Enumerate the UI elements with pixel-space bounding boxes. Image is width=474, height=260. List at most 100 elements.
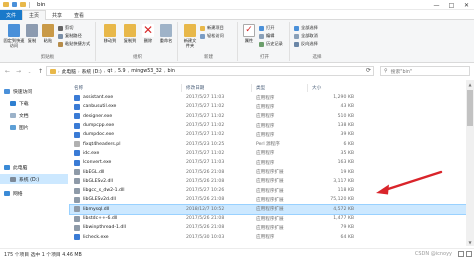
file-row[interactable]: libmysql.dll 2018/12/7 10:52 应用程序扩展 4,572 K… [69, 203, 473, 215]
column-header-type[interactable]: 类型 [252, 84, 308, 92]
large-icons-view-icon[interactable] [466, 251, 472, 257]
paste-icon [42, 24, 54, 37]
breadcrumb-mingw[interactable]: mingw53_32 [131, 69, 162, 74]
dll-file-icon [74, 196, 80, 203]
search-placeholder: 搜索"bin" [390, 69, 413, 75]
nav-item-network[interactable]: 网络 [0, 188, 68, 198]
invert-selection-button[interactable]: 反向选择 [294, 41, 318, 47]
search-input[interactable]: ⚲ 搜索"bin" [380, 66, 470, 76]
scroll-thumb[interactable] [467, 90, 473, 126]
file-size: 79 KB [340, 225, 354, 231]
open-button[interactable]: 打开 [259, 25, 274, 31]
cut-button[interactable]: 剪切 [58, 25, 73, 31]
maximize-button[interactable]: □ [444, 0, 459, 10]
file-name-cell: libmysql.dll [74, 205, 182, 214]
select-all-label: 全部选择 [301, 25, 318, 30]
breadcrumb-bin[interactable]: bin [167, 69, 174, 74]
scroll-down-arrow[interactable]: ▼ [466, 238, 474, 246]
file-size: 35 KB [340, 150, 354, 156]
file-row[interactable]: libwinpthread-1.dll 2017/5/26 21:08 应用程序扩展… [70, 223, 472, 232]
select-none-label: 全部取消 [301, 33, 318, 38]
edit-button[interactable]: 编辑 [259, 33, 274, 39]
file-size: 6 KB [343, 141, 354, 147]
close-button[interactable]: ✕ [459, 0, 474, 10]
file-row[interactable]: lconvert.exe 2017/5/27 11:03 应用程序 163 KB [70, 158, 472, 167]
file-row[interactable]: libgcc_s_dw2-1.dll 2017/5/27 10:26 应用程序扩展 1… [70, 186, 472, 195]
select-all-button[interactable]: 全部选择 [294, 25, 318, 31]
nav-item-quick-access[interactable]: 快速访问 [0, 86, 68, 96]
file-row[interactable]: libstdc++-6.dll 2017/5/26 21:08 应用程序扩展 1,47… [70, 214, 472, 223]
tab-home[interactable]: 主页 [22, 10, 47, 20]
delete-button[interactable]: ✕ 删除 [141, 24, 155, 44]
tab-view[interactable]: 查看 [68, 10, 90, 20]
file-row[interactable]: dumpdoc.exe 2017/5/27 11:02 应用程序 39 KB [70, 130, 472, 139]
file-row[interactable]: libGLESv2d.dll 2017/5/26 21:08 应用程序扩展 75,12… [70, 195, 472, 204]
paste-shortcut-button[interactable]: 粘贴快捷方式 [58, 41, 90, 47]
forward-button[interactable]: → [13, 66, 24, 76]
breadcrumb-qt[interactable]: qt [107, 69, 112, 74]
tab-share[interactable]: 共享 [46, 10, 68, 20]
dll-file-icon [74, 187, 80, 194]
column-header-name[interactable]: 名称 [70, 84, 182, 92]
edit-label: 编辑 [266, 33, 275, 38]
address-bar[interactable]: › 此电脑 › 系统 (D:) › qt › 5.9 › mingw53_32 … [46, 66, 374, 76]
file-row[interactable]: designer.exe 2017/5/27 11:02 应用程序 510 KB [70, 112, 472, 121]
clipboard-group-label: 剪贴板 [40, 55, 55, 60]
breadcrumb-drive[interactable]: 系统 (D:) [82, 68, 102, 75]
minimize-button[interactable]: — [429, 0, 444, 10]
recent-locations-button[interactable]: ⌄ [24, 66, 35, 76]
ribbon-tabs: 文件 主页 共享 查看 [0, 10, 474, 20]
copy-button[interactable]: 复制 [25, 24, 39, 44]
nav-item-downloads[interactable]: 下载 [0, 98, 68, 108]
vertical-scrollbar[interactable]: ▲ ▼ [466, 80, 474, 246]
history-button[interactable]: 历史记录 [259, 41, 283, 47]
properties-quick-icon[interactable] [12, 2, 17, 7]
file-type: 应用程序扩展 [256, 170, 284, 176]
nav-item-documents[interactable]: 文档 [0, 110, 68, 120]
copy-path-button[interactable]: 复制路径 [58, 33, 82, 39]
pin-button[interactable]: 固定到快速访问 [3, 24, 25, 48]
easy-access-button[interactable]: 轻松访问 [200, 33, 224, 39]
file-row[interactable]: assistant.exe 2017/5/27 11:03 应用程序 1,290 KB [70, 93, 472, 102]
file-row[interactable]: fixqt4headers.pl 2017/5/23 10:25 Perl 源程序 6… [70, 140, 472, 149]
nav-item-drive-d[interactable]: 系统 (D:) [0, 174, 68, 184]
open-group: ✓ 属性 打开 编辑 历史记录 打开 [240, 22, 290, 61]
breadcrumb-this-pc[interactable]: 此电脑 [62, 68, 76, 75]
move-to-button[interactable]: 移动到 [101, 24, 119, 44]
delete-icon: ✕ [142, 23, 154, 37]
copy-to-button[interactable]: 复制到 [121, 24, 139, 44]
scroll-up-arrow[interactable]: ▲ [466, 80, 474, 88]
paste-button[interactable]: 粘贴 [41, 24, 55, 44]
properties-button[interactable]: ✓ 属性 [242, 24, 256, 44]
new-folder-button[interactable]: 新建文件夹 [182, 24, 198, 48]
rename-button[interactable]: 重命名 [157, 24, 175, 44]
tab-file[interactable]: 文件 [0, 10, 23, 20]
file-row[interactable]: idc.exe 2017/5/27 11:02 应用程序 35 KB [70, 149, 472, 158]
file-row[interactable]: canbusutil.exe 2017/5/27 11:02 应用程序 43 KB [70, 102, 472, 111]
nav-item-pictures[interactable]: 图片 [0, 122, 68, 132]
details-view-icon[interactable] [458, 251, 464, 257]
up-button[interactable]: ↑ [35, 66, 46, 76]
exe-file-icon [74, 113, 80, 120]
new-folder-quick-icon[interactable] [20, 2, 26, 7]
new-item-button[interactable]: 新建项目 [200, 25, 224, 31]
file-name: lconvert.exe [83, 160, 112, 166]
select-none-button[interactable]: 全部取消 [294, 33, 318, 39]
column-header-date[interactable]: 修改日期 [182, 84, 252, 92]
file-row[interactable]: licheck.exe 2017/5/30 10:03 应用程序 64 KB [70, 233, 472, 242]
exe-file-icon [74, 103, 80, 110]
refresh-icon[interactable]: ⟳ [366, 67, 371, 74]
exe-file-icon [74, 94, 80, 101]
copy-folder-icon [124, 24, 136, 37]
breadcrumb-version[interactable]: 5.9 [118, 69, 126, 74]
back-button[interactable]: ← [2, 66, 13, 76]
file-row[interactable]: dumpcpp.exe 2017/5/27 11:02 应用程序 138 KB [70, 121, 472, 130]
file-name-cell: lconvert.exe [74, 158, 182, 167]
paste-label: 粘贴 [43, 38, 53, 43]
file-row[interactable]: libGLESv2.dll 2017/5/26 21:08 应用程序扩展 3,117 … [70, 177, 472, 186]
dll-file-icon [74, 178, 80, 185]
nav-item-this-pc[interactable]: 此电脑 [0, 162, 68, 172]
file-name-cell: libstdc++-6.dll [74, 214, 182, 223]
column-header-size[interactable]: 大小 [308, 84, 356, 92]
file-row[interactable]: libEGL.dll 2017/5/26 21:08 应用程序扩展 19 KB [70, 167, 472, 176]
